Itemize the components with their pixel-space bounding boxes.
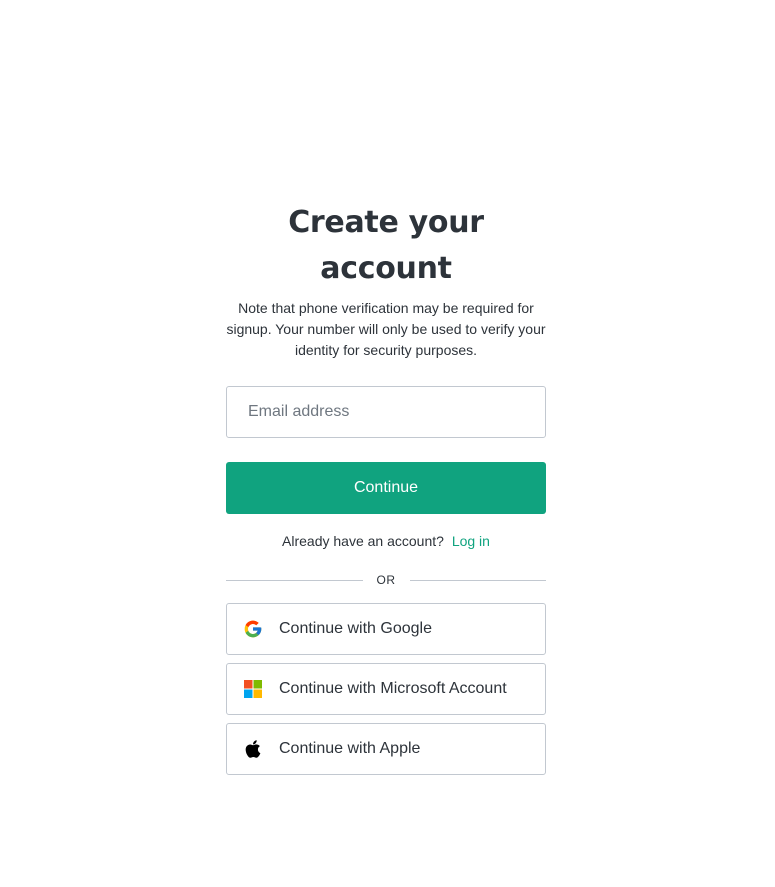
microsoft-signin-label: Continue with Microsoft Account — [279, 680, 507, 697]
continue-button[interactable]: Continue — [226, 462, 546, 514]
google-signin-label: Continue with Google — [279, 620, 432, 637]
page-title: Create your account — [288, 205, 484, 286]
apple-icon — [243, 739, 263, 759]
apple-signin-button[interactable]: Continue with Apple — [226, 723, 546, 775]
login-prompt-row: Already have an account? Log in — [226, 532, 546, 550]
divider-text: OR — [376, 573, 396, 587]
google-icon — [243, 619, 263, 639]
or-divider: OR — [226, 572, 546, 588]
divider-line-left — [226, 579, 363, 581]
email-input[interactable] — [227, 387, 545, 437]
login-link[interactable]: Log in — [452, 533, 490, 549]
login-prompt-text: Already have an account? — [282, 533, 444, 549]
microsoft-icon — [243, 679, 263, 699]
microsoft-signin-button[interactable]: Continue with Microsoft Account — [226, 663, 546, 715]
email-field-wrapper — [226, 386, 546, 438]
verification-note: Note that phone verification may be requ… — [226, 300, 546, 358]
google-signin-button[interactable]: Continue with Google — [226, 603, 546, 655]
signup-card: Create your account Note that phone veri… — [226, 200, 546, 775]
divider-line-right — [409, 579, 546, 581]
apple-signin-label: Continue with Apple — [279, 740, 421, 757]
